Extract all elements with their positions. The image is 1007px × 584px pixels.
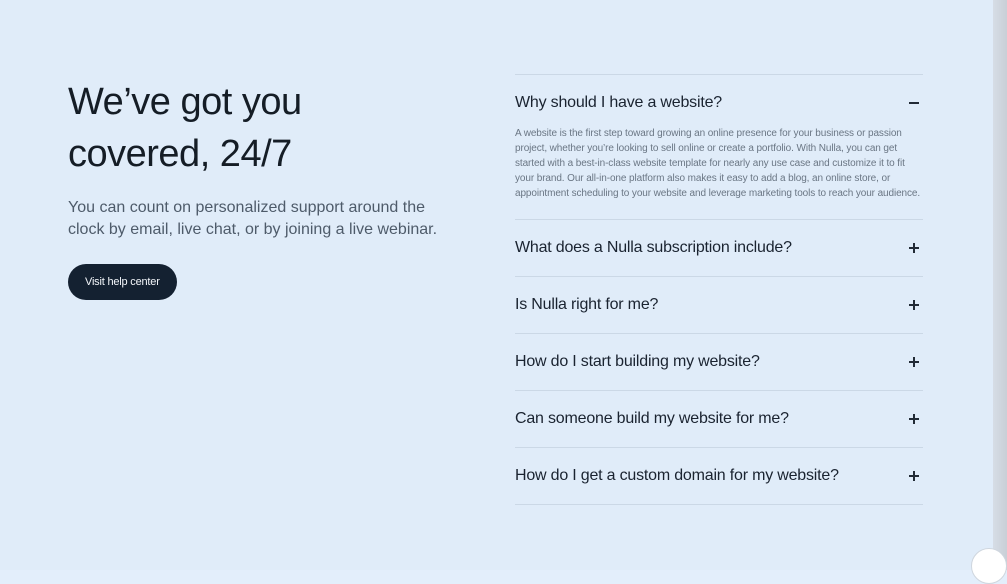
faq-question-custom-domain[interactable]: How do I get a custom domain for my webs…	[515, 448, 923, 504]
faq-answer-text: A website is the first step toward growi…	[515, 128, 921, 199]
faq-item-start-building: How do I start building my website?	[515, 334, 923, 391]
support-hero: We’ve got you covered, 24/7 You can coun…	[68, 76, 458, 300]
faq-item-right-for-me: Is Nulla right for me?	[515, 277, 923, 334]
faq-question-subscription[interactable]: What does a Nulla subscription include?	[515, 220, 923, 276]
faq-question-right-for-me[interactable]: Is Nulla right for me?	[515, 277, 923, 333]
faq-question-text: What does a Nulla subscription include?	[515, 239, 792, 256]
plus-icon[interactable]	[907, 412, 921, 426]
plus-icon[interactable]	[907, 298, 921, 312]
faq-question-text: Can someone build my website for me?	[515, 410, 789, 427]
plus-icon[interactable]	[907, 355, 921, 369]
plus-icon[interactable]	[907, 241, 921, 255]
faq-question-text: Why should I have a website?	[515, 94, 722, 111]
page: We’ve got you covered, 24/7 You can coun…	[0, 0, 993, 570]
faq-item-subscription: What does a Nulla subscription include?	[515, 220, 923, 277]
faq-question-text: How do I start building my website?	[515, 353, 760, 370]
visit-help-center-button[interactable]: Visit help center	[68, 264, 177, 300]
chat-launcher-button[interactable]	[971, 548, 1007, 584]
faq-question-build-for-me[interactable]: Can someone build my website for me?	[515, 391, 923, 447]
window-scrollbar-edge[interactable]	[993, 0, 1007, 570]
faq-accordion: Why should I have a website? A website i…	[515, 74, 923, 505]
page-title: We’ve got you covered, 24/7	[68, 76, 458, 180]
faq-item-custom-domain: How do I get a custom domain for my webs…	[515, 448, 923, 505]
faq-question-text: Is Nulla right for me?	[515, 296, 659, 313]
minus-icon[interactable]	[907, 96, 921, 110]
faq-item-why-website: Why should I have a website? A website i…	[515, 75, 923, 220]
support-description: You can count on personalized support ar…	[68, 199, 438, 238]
faq-question-why-website[interactable]: Why should I have a website?	[515, 75, 923, 131]
headline-line-1: We’ve got you	[68, 81, 302, 123]
faq-item-build-for-me: Can someone build my website for me?	[515, 391, 923, 448]
faq-question-text: How do I get a custom domain for my webs…	[515, 467, 839, 484]
plus-icon[interactable]	[907, 469, 921, 483]
headline-line-2: covered, 24/7	[68, 133, 292, 175]
faq-question-start-building[interactable]: How do I start building my website?	[515, 334, 923, 390]
